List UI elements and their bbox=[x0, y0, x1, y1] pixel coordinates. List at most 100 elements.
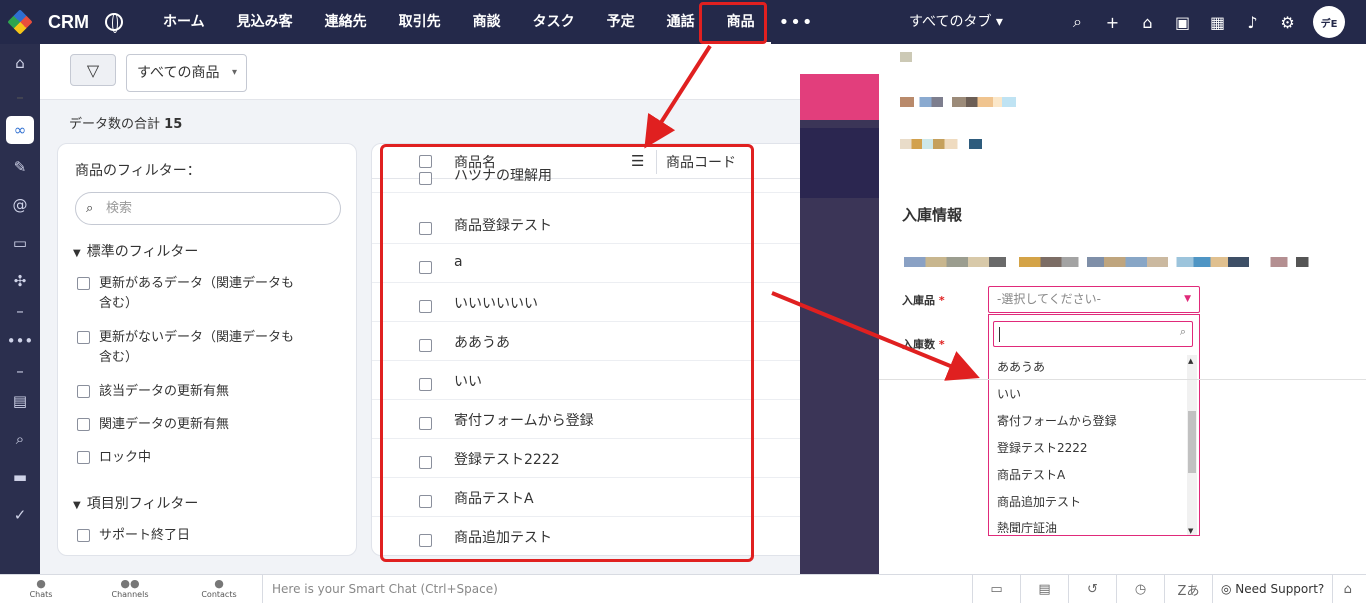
caret-down-icon: ▼ bbox=[73, 500, 81, 511]
bell-icon[interactable]: ♪ bbox=[1235, 0, 1270, 44]
checkbox[interactable] bbox=[77, 331, 90, 344]
checkbox[interactable] bbox=[77, 418, 90, 431]
total-label: データ数の合計 bbox=[69, 117, 161, 132]
field-label-item: 入庫品 * bbox=[902, 292, 945, 308]
report-icon[interactable]: ▤ bbox=[0, 382, 40, 420]
channels-button[interactable]: ●● Channels bbox=[100, 578, 160, 600]
item-dropdown: ⌕ ああうあ いい 寄付フォームから登録 登録テスト2222 商品テストA 商品… bbox=[988, 314, 1200, 536]
left-sidebar: ⌂ – ∞ ✎ @ ▭ ✣ – ••• – ▤ ⌕ ▬ ✓ bbox=[0, 44, 40, 574]
tab-leads[interactable]: 見込み客 bbox=[221, 0, 309, 44]
chart-icon[interactable]: ▣ bbox=[1165, 0, 1200, 44]
channels-label: Channels bbox=[111, 590, 149, 599]
dropdown-search-input[interactable]: ⌕ bbox=[993, 321, 1193, 347]
filter-item-label: 更新がないデータ（関連データも bbox=[99, 330, 295, 345]
tab-tasks[interactable]: タスク bbox=[517, 0, 591, 44]
store-icon[interactable]: ⌂ bbox=[1130, 0, 1165, 44]
person-icon: ● bbox=[214, 577, 224, 590]
pen-icon[interactable]: ✎ bbox=[0, 148, 40, 186]
notes-icon[interactable]: ▤ bbox=[1020, 575, 1068, 603]
filter-item[interactable]: 更新がないデータ（関連データも 含む） bbox=[77, 328, 294, 368]
required-mark: * bbox=[938, 338, 945, 351]
list-toolbar: ▽ すべての商品 ▾ bbox=[40, 44, 800, 100]
dropdown-option[interactable]: 商品テストA bbox=[997, 466, 1065, 483]
filter-item[interactable]: 関連データの更新有無 bbox=[77, 415, 229, 435]
alarm-icon[interactable]: ◷ bbox=[1116, 575, 1164, 603]
tab-accounts[interactable]: 取引先 bbox=[383, 0, 457, 44]
filter-item-label: 関連データの更新有無 bbox=[99, 417, 230, 432]
at-icon[interactable]: @ bbox=[0, 186, 40, 224]
dropdown-scrollbar[interactable]: ▲ ▼ bbox=[1187, 355, 1197, 535]
bottom-bar: ● Chats ●● Channels ● Contacts Here is your… bbox=[0, 574, 1366, 603]
filter-item[interactable]: サポート終了日 bbox=[77, 526, 190, 546]
checkbox[interactable] bbox=[77, 385, 90, 398]
plus-icon[interactable]: + bbox=[1095, 0, 1130, 44]
brand-name: CRM bbox=[48, 11, 89, 32]
view-selector[interactable]: すべての商品 ▾ bbox=[126, 54, 247, 92]
item-select[interactable]: -選択してください- ▼ bbox=[988, 286, 1200, 313]
standard-filter-label: 標準のフィルター bbox=[86, 244, 199, 260]
puzzle-icon[interactable]: ✣ bbox=[0, 262, 40, 300]
filter-search-placeholder: 検索 bbox=[106, 201, 133, 216]
bottom-icons: ▭ ▤ ↺ ◷ Zあ ◎ Need Support? ⌂ bbox=[972, 575, 1362, 603]
dropdown-option[interactable]: 商品追加テスト bbox=[997, 493, 1081, 510]
all-tabs-dropdown[interactable]: すべてのタブ ▾ bbox=[909, 0, 1003, 44]
smart-chat-input[interactable]: Here is your Smart Chat (Ctrl+Space) bbox=[262, 575, 972, 603]
total-value: 15 bbox=[164, 117, 183, 132]
dropdown-option[interactable]: いい bbox=[997, 385, 1021, 402]
chats-button[interactable]: ● Chats bbox=[11, 578, 71, 600]
filter-item-label-cont: 含む） bbox=[99, 296, 139, 311]
translate-icon[interactable]: Zあ bbox=[1164, 575, 1212, 603]
gear-icon[interactable]: ⚙ bbox=[1270, 0, 1305, 44]
need-support-button[interactable]: ◎ Need Support? bbox=[1212, 575, 1332, 603]
filter-item[interactable]: ロック中 bbox=[77, 448, 151, 468]
search-icon[interactable]: ⌕ bbox=[1060, 0, 1095, 44]
history-icon[interactable]: ↺ bbox=[1068, 575, 1116, 603]
field-filter-group[interactable]: ▼ 項目別フィルター bbox=[73, 493, 198, 513]
filter-item[interactable]: 更新があるデータ（関連データも 含む） bbox=[77, 274, 294, 314]
globe-icon[interactable] bbox=[105, 13, 123, 33]
dropdown-option[interactable]: ああうあ bbox=[997, 358, 1045, 375]
filter-item-label: 該当データの更新有無 bbox=[99, 384, 230, 399]
caret-down-icon: ▼ bbox=[73, 248, 81, 259]
more-icon[interactable]: ••• bbox=[0, 322, 40, 360]
contacts-button[interactable]: ● Contacts bbox=[189, 577, 249, 600]
checkbox[interactable] bbox=[77, 277, 90, 290]
tab-home[interactable]: ホーム bbox=[147, 0, 221, 44]
scroll-up-icon[interactable]: ▲ bbox=[1188, 357, 1193, 365]
filter-search-input[interactable]: ⌕ 検索 bbox=[75, 192, 341, 225]
chat-icon[interactable]: ▭ bbox=[0, 224, 40, 262]
checkbox[interactable] bbox=[77, 529, 90, 542]
field-label-qty: 入庫数 * bbox=[902, 336, 945, 352]
divider bbox=[879, 379, 1366, 380]
divider: – bbox=[16, 362, 24, 380]
dropdown-option[interactable]: 熱聞庁証油 bbox=[997, 519, 1057, 533]
home-icon[interactable]: ⌂ bbox=[0, 44, 40, 82]
select-placeholder: -選択してください- bbox=[997, 292, 1101, 306]
dropdown-option[interactable]: 登録テスト2222 bbox=[997, 439, 1088, 456]
screen-share-icon[interactable]: ▭ bbox=[972, 575, 1020, 603]
wallet-icon[interactable]: ▬ bbox=[0, 458, 40, 496]
tab-events[interactable]: 予定 bbox=[591, 0, 651, 44]
checkbox[interactable] bbox=[77, 451, 90, 464]
more-tabs-icon[interactable]: ••• bbox=[779, 12, 814, 33]
calendar-icon[interactable]: ▦ bbox=[1200, 0, 1235, 44]
filter-item-label: サポート終了日 bbox=[99, 528, 191, 543]
magnify-icon[interactable]: ⌕ bbox=[0, 420, 40, 458]
support-label: Need Support? bbox=[1235, 582, 1325, 596]
crm-logo-icon[interactable] bbox=[0, 0, 40, 44]
link-icon[interactable]: ∞ bbox=[6, 116, 34, 144]
avatar[interactable]: デE bbox=[1313, 6, 1345, 38]
scroll-down-icon[interactable]: ▼ bbox=[1188, 527, 1193, 535]
tab-deals[interactable]: 商談 bbox=[457, 0, 517, 44]
dropdown-option[interactable]: 寄付フォームから登録 bbox=[997, 412, 1117, 429]
form-sidebar-block bbox=[800, 128, 879, 198]
pixelated-text bbox=[904, 257, 1330, 267]
check-icon[interactable]: ✓ bbox=[0, 496, 40, 534]
pixelated-text bbox=[900, 139, 982, 149]
standard-filter-group[interactable]: ▼ 標準のフィルター bbox=[73, 241, 198, 261]
store-icon[interactable]: ⌂ bbox=[1332, 575, 1362, 603]
tab-contacts[interactable]: 連絡先 bbox=[309, 0, 383, 44]
scroll-thumb[interactable] bbox=[1188, 411, 1196, 473]
filter-item[interactable]: 該当データの更新有無 bbox=[77, 382, 229, 402]
filter-toggle-button[interactable]: ▽ bbox=[70, 54, 116, 86]
